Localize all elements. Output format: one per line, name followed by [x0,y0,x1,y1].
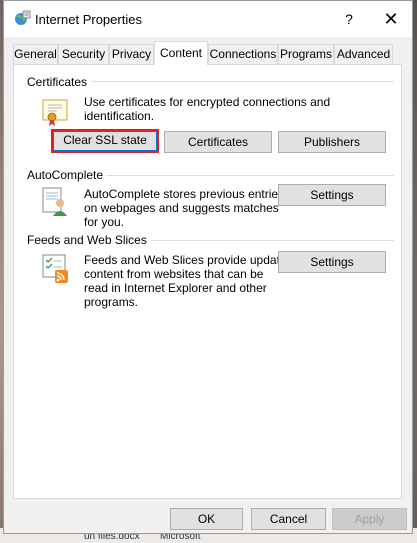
certificates-divider [84,81,394,82]
feeds-desc-line: Feeds and Web Slices provide updated [84,253,294,267]
clear-ssl-state-button[interactable]: Clear SSL state [51,129,159,153]
ok-button[interactable]: OK [170,508,243,530]
feeds-desc-line: read in Internet Explorer and other [84,281,267,295]
feeds-heading: Feeds and Web Slices [27,233,151,247]
ok-button-label: OK [197,512,216,526]
tab-programs[interactable]: Programs [278,44,334,64]
autocomplete-desc-line: AutoComplete stores previous entries [84,187,285,201]
autocomplete-heading: AutoComplete [27,168,108,182]
clear-ssl-state-label: Clear SSL state [63,133,147,147]
window-title: Internet Properties [35,12,142,27]
internet-globe-icon [15,10,31,25]
feeds-divider [139,240,394,241]
cancel-button-label: Cancel [269,512,308,526]
autocomplete-settings-label: Settings [310,188,354,202]
feeds-settings-button[interactable]: Settings [278,251,386,273]
tab-connections[interactable]: Connections [208,44,278,64]
feeds-description: Feeds and Web Slices provide updated con… [84,253,293,309]
autocomplete-user-icon [42,187,67,216]
autocomplete-description: AutoComplete stores previous entries on … [84,187,284,229]
tab-privacy[interactable]: Privacy [109,44,154,64]
tab-content[interactable]: Content [154,41,208,65]
tab-general[interactable]: General [13,44,58,64]
tab-advanced[interactable]: Advanced [334,44,393,64]
certificate-icon [42,99,68,126]
content-tab-panel: Certificates Use certificates for encryp… [13,64,402,499]
certificates-button[interactable]: Certificates [164,131,272,153]
autocomplete-desc-line: on webpages and suggests matches [84,201,279,215]
autocomplete-divider [94,175,394,176]
apply-button-label: Apply [354,512,385,526]
feeds-desc-line: programs. [84,295,139,309]
autocomplete-settings-button[interactable]: Settings [278,184,386,206]
certificates-description: Use certificates for encrypted connectio… [84,95,331,123]
publishers-button-label: Publishers [303,135,361,149]
certificates-button-label: Certificates [187,135,249,149]
close-button[interactable]: ✕ [376,7,406,31]
autocomplete-desc-line: for you. [84,215,125,229]
help-button[interactable]: ? [334,7,364,31]
feeds-rss-icon [42,254,68,283]
feeds-desc-line: content from websites that can be [84,267,264,281]
feeds-settings-label: Settings [310,255,354,269]
certificates-heading: Certificates [27,75,92,89]
title-bar[interactable]: Internet Properties ? ✕ [4,1,412,37]
tab-security[interactable]: Security [58,44,109,64]
publishers-button[interactable]: Publishers [278,131,386,153]
apply-button[interactable]: Apply [332,508,407,530]
cancel-button[interactable]: Cancel [251,508,326,530]
internet-properties-dialog: Internet Properties ? ✕ General Security… [3,0,413,534]
